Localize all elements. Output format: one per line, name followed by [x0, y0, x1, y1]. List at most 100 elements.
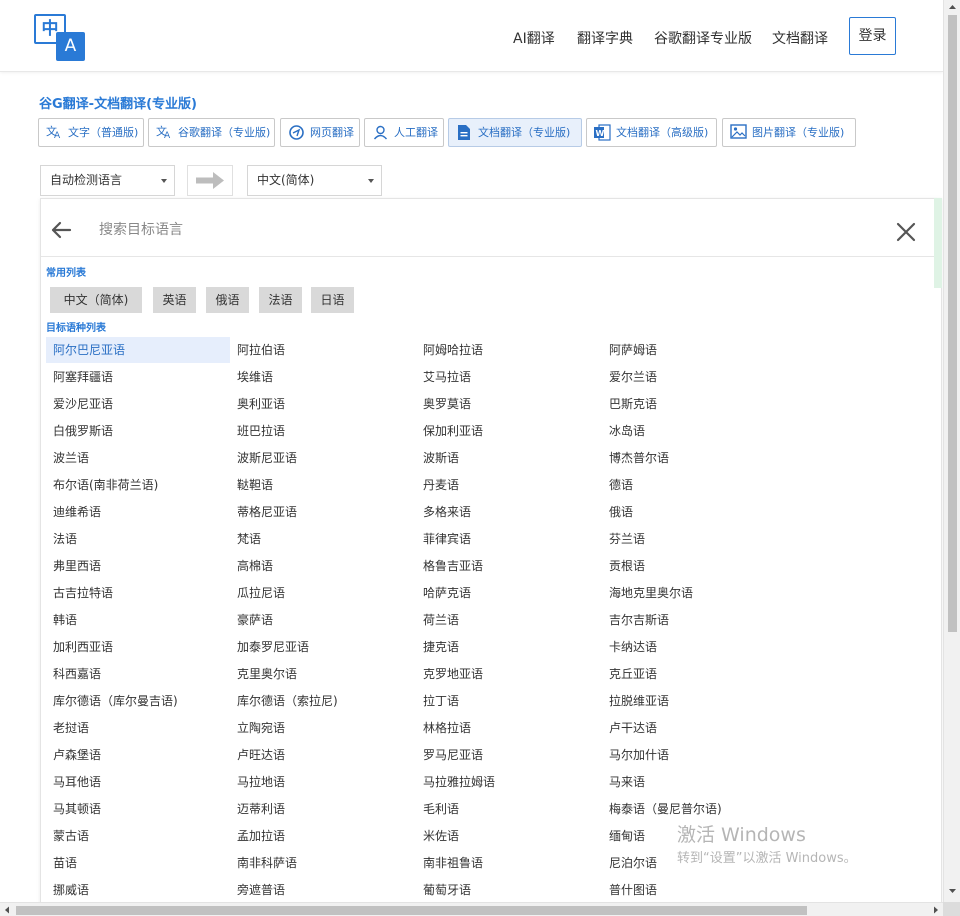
swap-languages-button[interactable]: [187, 165, 233, 196]
back-arrow-icon[interactable]: [50, 219, 72, 241]
language-option[interactable]: 荷兰语: [416, 607, 459, 633]
language-option[interactable]: 弗里西语: [46, 553, 101, 579]
close-icon[interactable]: [895, 221, 917, 243]
language-option[interactable]: 马尔加什语: [602, 742, 669, 768]
language-option[interactable]: 芬兰语: [602, 526, 645, 552]
tab-human-translate[interactable]: 人工翻译: [364, 118, 444, 147]
language-option[interactable]: 马其顿语: [46, 796, 101, 822]
horizontal-scrollbar[interactable]: [0, 902, 943, 916]
language-option[interactable]: 南非祖鲁语: [416, 850, 483, 876]
language-option[interactable]: 菲律宾语: [416, 526, 471, 552]
language-option[interactable]: 米佐语: [416, 823, 459, 849]
language-option[interactable]: 卢旺达语: [230, 742, 285, 768]
language-option[interactable]: 多格来语: [416, 499, 471, 525]
language-option[interactable]: 丹麦语: [416, 472, 459, 498]
language-option[interactable]: 迈蒂利语: [230, 796, 285, 822]
common-language-chip[interactable]: 日语: [311, 287, 354, 313]
language-option[interactable]: 孟加拉语: [230, 823, 285, 849]
tab-google-pro[interactable]: 文A 谷歌翻译（专业版): [148, 118, 275, 147]
language-option[interactable]: 捷克语: [416, 634, 459, 660]
language-option[interactable]: 爱尔兰语: [602, 364, 657, 390]
target-language-select[interactable]: 中文(简体): [247, 165, 382, 196]
language-option[interactable]: 克丘亚语: [602, 661, 657, 687]
language-option[interactable]: 阿塞拜疆语: [46, 364, 113, 390]
language-option[interactable]: 克里奥尔语: [230, 661, 297, 687]
language-option[interactable]: 蒙古语: [46, 823, 89, 849]
common-language-chip[interactable]: 中文（简体): [50, 287, 142, 313]
language-option[interactable]: 巴斯克语: [602, 391, 657, 417]
language-option[interactable]: 加泰罗尼亚语: [230, 634, 309, 660]
language-option[interactable]: 梵语: [230, 526, 261, 552]
language-option[interactable]: 马拉雅拉姆语: [416, 769, 495, 795]
language-option[interactable]: 葡萄牙语: [416, 877, 471, 903]
language-option[interactable]: 冰岛语: [602, 418, 645, 444]
language-option[interactable]: 马拉地语: [230, 769, 285, 795]
language-option[interactable]: 奥利亚语: [230, 391, 285, 417]
language-option[interactable]: 马来语: [602, 769, 645, 795]
language-option[interactable]: 毛利语: [416, 796, 459, 822]
language-option[interactable]: 奥罗莫语: [416, 391, 471, 417]
language-option[interactable]: 德语: [602, 472, 633, 498]
language-option[interactable]: 俄语: [602, 499, 633, 525]
nav-google-pro[interactable]: 谷歌翻译专业版: [654, 28, 752, 48]
language-option[interactable]: 保加利亚语: [416, 418, 483, 444]
language-option[interactable]: 普什图语: [602, 877, 657, 903]
language-option[interactable]: 科西嘉语: [46, 661, 101, 687]
language-option[interactable]: 拉脱维亚语: [602, 688, 669, 714]
site-logo[interactable]: 中 A: [34, 14, 86, 62]
language-option[interactable]: 梅泰语（曼尼普尔语): [602, 796, 722, 822]
language-option[interactable]: 迪维希语: [46, 499, 101, 525]
language-option[interactable]: 古吉拉特语: [46, 580, 113, 606]
common-language-chip[interactable]: 法语: [259, 287, 302, 313]
login-button[interactable]: 登录: [849, 17, 896, 55]
tab-text-basic[interactable]: 文A 文字（普通版): [38, 118, 144, 147]
nav-doc-translate[interactable]: 文档翻译: [772, 28, 828, 48]
language-option[interactable]: 卡纳达语: [602, 634, 657, 660]
language-option[interactable]: 旁遮普语: [230, 877, 285, 903]
common-language-chip[interactable]: 英语: [153, 287, 196, 313]
language-option[interactable]: 贡根语: [602, 553, 645, 579]
tab-web-translate[interactable]: 网页翻译: [280, 118, 360, 147]
common-language-chip[interactable]: 俄语: [206, 287, 249, 313]
language-option[interactable]: 布尔语(南非荷兰语): [46, 472, 158, 498]
scroll-left-icon[interactable]: [0, 903, 14, 916]
language-option[interactable]: 卢干达语: [602, 715, 657, 741]
language-option[interactable]: 波兰语: [46, 445, 89, 471]
tab-image-pro[interactable]: 图片翻译（专业版): [722, 118, 856, 147]
scroll-up-icon[interactable]: [944, 0, 960, 14]
language-option[interactable]: 波斯语: [416, 445, 459, 471]
language-option[interactable]: 阿拉伯语: [230, 337, 285, 363]
language-option[interactable]: 哈萨克语: [416, 580, 471, 606]
scroll-down-icon[interactable]: [944, 884, 960, 898]
language-option[interactable]: 库尔德语（库尔曼吉语): [46, 688, 178, 714]
language-option[interactable]: 阿姆哈拉语: [416, 337, 483, 363]
language-option[interactable]: 罗马尼亚语: [416, 742, 483, 768]
language-option[interactable]: 博杰普尔语: [602, 445, 669, 471]
language-option[interactable]: 吉尔吉斯语: [602, 607, 669, 633]
language-option[interactable]: 拉丁语: [416, 688, 459, 714]
tab-doc-advanced[interactable]: W 文档翻译（高级版): [586, 118, 717, 147]
language-option[interactable]: 蒂格尼亚语: [230, 499, 297, 525]
source-language-select[interactable]: 自动检测语言: [40, 165, 175, 196]
vertical-scroll-thumb[interactable]: [948, 15, 957, 632]
language-option[interactable]: 白俄罗斯语: [46, 418, 113, 444]
language-option[interactable]: 鞑靼语: [230, 472, 273, 498]
vertical-scrollbar[interactable]: [943, 0, 960, 902]
language-option[interactable]: 南非科萨语: [230, 850, 297, 876]
tab-doc-pro[interactable]: 文档翻译（专业版): [448, 118, 582, 147]
language-option[interactable]: 林格拉语: [416, 715, 471, 741]
language-option[interactable]: 库尔德语（索拉尼): [230, 688, 338, 714]
language-option[interactable]: 韩语: [46, 607, 77, 633]
language-option[interactable]: 马耳他语: [46, 769, 101, 795]
language-option[interactable]: 阿尔巴尼亚语: [46, 337, 230, 363]
language-option[interactable]: 法语: [46, 526, 77, 552]
language-search-input[interactable]: [99, 217, 699, 243]
language-option[interactable]: 埃维语: [230, 364, 273, 390]
language-option[interactable]: 阿萨姆语: [602, 337, 657, 363]
language-option[interactable]: 加利西亚语: [46, 634, 113, 660]
language-option[interactable]: 格鲁吉亚语: [416, 553, 483, 579]
language-option[interactable]: 艾马拉语: [416, 364, 471, 390]
language-option[interactable]: 尼泊尔语: [602, 850, 657, 876]
scroll-right-icon[interactable]: [929, 903, 943, 916]
language-option[interactable]: 班巴拉语: [230, 418, 285, 444]
